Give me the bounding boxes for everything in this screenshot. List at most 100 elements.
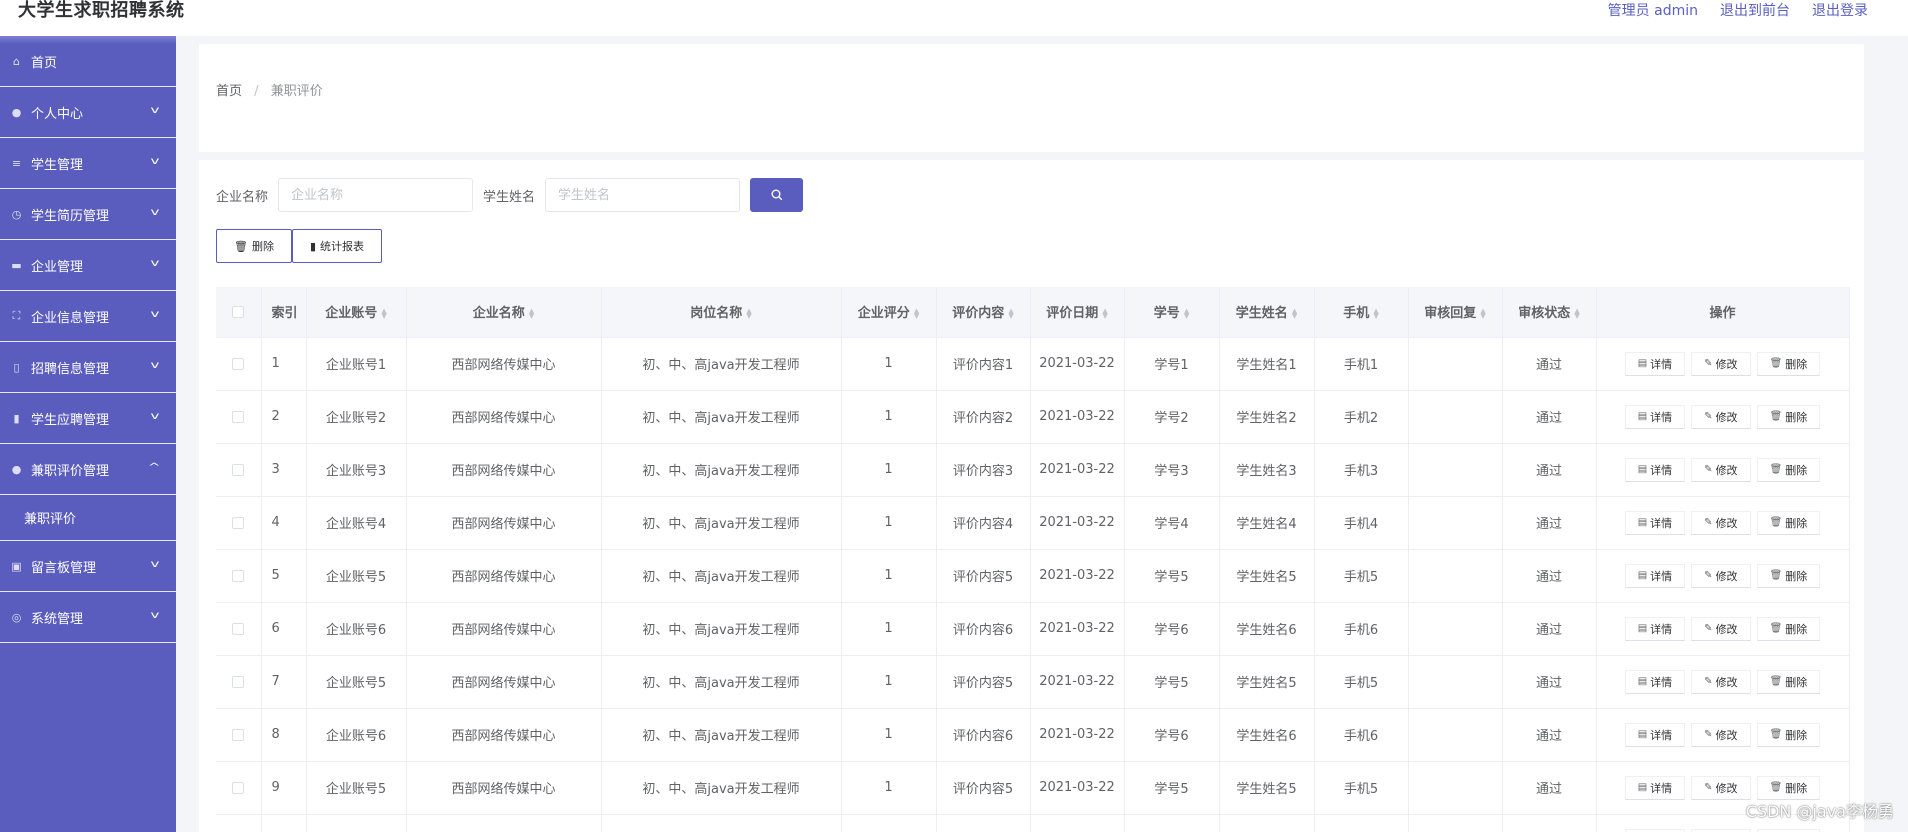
column-header-label: 评价日期 bbox=[1046, 306, 1099, 322]
column-header-4[interactable]: 企业评分 ▲ ▼ bbox=[841, 287, 937, 338]
edit-button[interactable]: ✎修改 bbox=[1691, 404, 1751, 429]
cell-sname: 学生姓名3 bbox=[1219, 443, 1315, 497]
student-name-input[interactable] bbox=[545, 178, 741, 212]
bar-chart-icon: ▮ bbox=[309, 239, 317, 253]
sidebar-subitem-8-0[interactable]: 兼职评价 bbox=[0, 495, 176, 541]
sidebar-item-6[interactable]: ▯ 招聘信息管理 v bbox=[0, 342, 176, 393]
building-icon: ▬ bbox=[11, 258, 22, 272]
delete-button[interactable]: 🗑删除 bbox=[1756, 510, 1821, 535]
column-header-2[interactable]: 企业名称 ▲ ▼ bbox=[406, 287, 602, 338]
delete-button[interactable]: 🗑删除 bbox=[1756, 563, 1821, 588]
detail-button[interactable]: ▤详情 bbox=[1624, 669, 1686, 694]
sidebar-item-0[interactable]: ⌂ 首页 bbox=[0, 36, 176, 87]
clock-icon: ◷ bbox=[11, 207, 22, 221]
cell-sid: 学号6 bbox=[1124, 708, 1220, 762]
detail-button[interactable]: ▤详情 bbox=[1624, 457, 1686, 482]
row-checkbox[interactable] bbox=[232, 622, 245, 635]
sort-caret-icon[interactable]: ▲ ▼ bbox=[1373, 307, 1378, 319]
delete-button[interactable]: 🗑删除 bbox=[1756, 616, 1821, 641]
column-header-5[interactable]: 评价内容 ▲ ▼ bbox=[936, 287, 1031, 338]
edit-button[interactable]: ✎修改 bbox=[1691, 457, 1751, 482]
batch-delete-button[interactable]: 🗑 删除 bbox=[216, 229, 292, 263]
sort-caret-icon[interactable]: ▲ ▼ bbox=[1574, 307, 1579, 319]
row-checkbox[interactable] bbox=[232, 516, 245, 529]
edit-button[interactable]: ✎修改 bbox=[1691, 510, 1751, 535]
edit-button[interactable]: ✎修改 bbox=[1691, 775, 1751, 800]
sidebar-item-8[interactable]: ● 兼职评价管理 ^ bbox=[0, 444, 176, 495]
edit-button[interactable]: ✎修改 bbox=[1691, 563, 1751, 588]
document-icon: ▤ bbox=[1637, 358, 1648, 369]
edit-button[interactable]: ✎修改 bbox=[1691, 616, 1751, 641]
sidebar-item-10[interactable]: ◎ 系统管理 v bbox=[0, 592, 176, 643]
edit-button[interactable]: ✎修改 bbox=[1691, 722, 1751, 747]
cell-status: 通过 bbox=[1502, 602, 1597, 656]
cell-account: 企业账号6 bbox=[306, 814, 407, 832]
sidebar-item-1[interactable]: ● 个人中心 v bbox=[0, 87, 176, 138]
sidebar-item-9[interactable]: ▣ 留言板管理 v bbox=[0, 541, 176, 592]
row-checkbox[interactable] bbox=[232, 357, 245, 370]
company-name-input[interactable] bbox=[278, 178, 474, 212]
sort-caret-icon[interactable]: ▲ ▼ bbox=[1008, 307, 1013, 319]
detail-button[interactable]: ▤详情 bbox=[1624, 351, 1686, 376]
search-button[interactable] bbox=[750, 178, 804, 212]
sidebar-item-7[interactable]: ▮ 学生应聘管理 v bbox=[0, 393, 176, 444]
admin-user-link[interactable]: 管理员 admin bbox=[1608, 0, 1698, 20]
delete-button[interactable]: 🗑删除 bbox=[1756, 404, 1821, 429]
sort-caret-icon[interactable]: ▲ ▼ bbox=[914, 307, 919, 319]
detail-button[interactable]: ▤详情 bbox=[1624, 563, 1686, 588]
column-header-3[interactable]: 岗位名称 ▲ ▼ bbox=[601, 287, 842, 338]
sort-caret-icon[interactable]: ▲ ▼ bbox=[1480, 307, 1485, 319]
sort-caret-icon[interactable]: ▲ ▼ bbox=[1184, 307, 1189, 319]
row-checkbox[interactable] bbox=[232, 569, 245, 582]
delete-button-label: 删除 bbox=[1785, 781, 1808, 795]
sort-caret-icon[interactable]: ▲ ▼ bbox=[1292, 307, 1297, 319]
row-checkbox[interactable] bbox=[232, 463, 245, 476]
trash-icon: 🗑 bbox=[1769, 358, 1783, 369]
sort-caret-icon[interactable]: ▲ ▼ bbox=[381, 307, 386, 319]
edit-button[interactable]: ✎修改 bbox=[1691, 828, 1751, 832]
delete-button[interactable]: 🗑删除 bbox=[1756, 351, 1821, 376]
breadcrumb-home[interactable]: 首页 bbox=[216, 84, 242, 99]
sort-caret-icon[interactable]: ▲ ▼ bbox=[1102, 307, 1107, 319]
row-checkbox[interactable] bbox=[232, 728, 245, 741]
sidebar-item-3[interactable]: ◷ 学生简历管理 v bbox=[0, 189, 176, 240]
detail-button[interactable]: ▤详情 bbox=[1624, 404, 1686, 429]
breadcrumb-separator: / bbox=[254, 84, 259, 99]
column-header-7[interactable]: 学号 ▲ ▼ bbox=[1124, 287, 1220, 338]
sidebar-item-5[interactable]: ⛶ 企业信息管理 v bbox=[0, 291, 176, 342]
delete-button[interactable]: 🗑删除 bbox=[1756, 775, 1821, 800]
detail-button-label: 详情 bbox=[1650, 728, 1673, 742]
column-header-11[interactable]: 审核状态 ▲ ▼ bbox=[1502, 287, 1597, 338]
detail-button[interactable]: ▤详情 bbox=[1624, 775, 1686, 800]
sort-caret-icon[interactable]: ▲ ▼ bbox=[529, 307, 534, 319]
delete-button[interactable]: 🗑删除 bbox=[1756, 669, 1821, 694]
column-header-label: 评价内容 bbox=[952, 306, 1005, 322]
row-checkbox[interactable] bbox=[232, 675, 245, 688]
statistics-report-button[interactable]: ▮ 统计报表 bbox=[291, 229, 383, 263]
sidebar-item-4[interactable]: ▬ 企业管理 v bbox=[0, 240, 176, 291]
delete-button[interactable]: 🗑删除 bbox=[1756, 457, 1821, 482]
cell-sid: 学号4 bbox=[1124, 496, 1220, 550]
column-header-10[interactable]: 审核回复 ▲ ▼ bbox=[1408, 287, 1503, 338]
column-header-label: 企业名称 bbox=[472, 306, 525, 322]
detail-button[interactable]: ▤详情 bbox=[1624, 722, 1686, 747]
row-checkbox[interactable] bbox=[232, 781, 245, 794]
exit-to-front-link[interactable]: 退出到前台 bbox=[1720, 0, 1790, 20]
delete-button[interactable]: 🗑删除 bbox=[1756, 722, 1821, 747]
row-checkbox[interactable] bbox=[232, 410, 245, 423]
logout-link[interactable]: 退出登录 bbox=[1812, 0, 1868, 20]
select-all-checkbox[interactable] bbox=[232, 305, 245, 318]
sort-caret-icon[interactable]: ▲ ▼ bbox=[746, 307, 751, 319]
detail-button[interactable]: ▤详情 bbox=[1624, 828, 1686, 832]
cell-content: 评价内容6 bbox=[936, 814, 1031, 832]
column-header-1[interactable]: 企业账号 ▲ ▼ bbox=[306, 287, 407, 338]
column-header-8[interactable]: 学生姓名 ▲ ▼ bbox=[1219, 287, 1315, 338]
column-header-9[interactable]: 手机 ▲ ▼ bbox=[1314, 287, 1409, 338]
column-header-6[interactable]: 评价日期 ▲ ▼ bbox=[1030, 287, 1125, 338]
edit-button[interactable]: ✎修改 bbox=[1691, 351, 1751, 376]
detail-button[interactable]: ▤详情 bbox=[1624, 616, 1686, 641]
delete-button[interactable]: 🗑删除 bbox=[1756, 828, 1821, 832]
edit-button[interactable]: ✎修改 bbox=[1691, 669, 1751, 694]
detail-button[interactable]: ▤详情 bbox=[1624, 510, 1686, 535]
sidebar-item-2[interactable]: ≡ 学生管理 v bbox=[0, 138, 176, 189]
